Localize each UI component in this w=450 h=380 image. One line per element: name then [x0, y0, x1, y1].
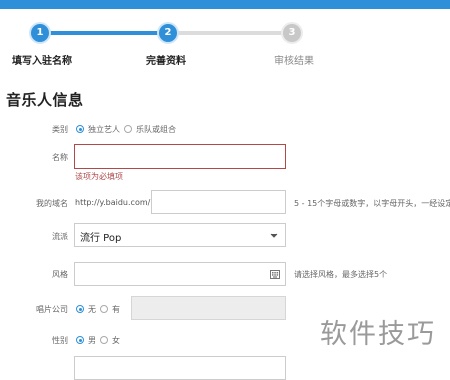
domain-input[interactable] — [151, 190, 286, 214]
category-radio-band[interactable] — [124, 125, 132, 133]
category-option-band[interactable]: 乐队或组合 — [136, 124, 176, 135]
label-company-radio-yes[interactable] — [100, 305, 108, 313]
label-company-input — [131, 296, 286, 320]
category-radio-independent[interactable] — [76, 125, 84, 133]
genre-label: 流派 — [52, 232, 68, 241]
keyboard-icon[interactable] — [270, 270, 280, 279]
progress-track-pending — [168, 31, 292, 35]
step-1-indicator: 1 — [31, 24, 49, 42]
label-company-label: 唱片公司 — [36, 305, 68, 314]
chevron-down-icon — [270, 233, 278, 238]
gender-option-male[interactable]: 男 — [88, 335, 96, 346]
step-1-label: 填写入驻名称 — [12, 56, 72, 67]
style-label: 风格 — [52, 270, 68, 279]
name-error-message: 该项为必填项 — [75, 172, 123, 181]
style-input[interactable] — [74, 262, 286, 286]
step-2-label: 完善资料 — [146, 56, 186, 67]
label-company-radio-none[interactable] — [76, 305, 84, 313]
gender-radio-female[interactable] — [100, 336, 108, 344]
gender-radio-male[interactable] — [76, 336, 84, 344]
top-header-bar — [0, 0, 450, 9]
step-3-indicator: 3 — [283, 24, 301, 42]
genre-selected-value: 流行 Pop — [80, 233, 122, 244]
gender-label: 性别 — [52, 336, 68, 345]
domain-label: 我的域名 — [36, 199, 68, 208]
progress-track-complete — [40, 31, 168, 35]
domain-hint: 5 - 15个字母或数字，以字母开头，一经设定 — [294, 199, 450, 208]
gender-option-female[interactable]: 女 — [112, 335, 120, 346]
section-title: 音乐人信息 — [6, 91, 84, 109]
step-3-label: 审核结果 — [274, 56, 314, 67]
category-option-independent[interactable]: 独立艺人 — [88, 124, 120, 135]
label-company-option-none[interactable]: 无 — [88, 304, 96, 315]
next-field-input[interactable] — [74, 356, 286, 380]
label-company-option-yes[interactable]: 有 — [112, 304, 120, 315]
category-label: 类别 — [52, 125, 68, 134]
watermark-text: 软件技巧 — [320, 319, 436, 350]
style-hint: 请选择风格，最多选择5个 — [294, 270, 388, 279]
step-2-indicator: 2 — [159, 24, 177, 42]
name-input[interactable] — [74, 144, 286, 169]
domain-prefix: http://y.baidu.com/ — [75, 198, 151, 207]
name-label: 名称 — [52, 153, 68, 162]
